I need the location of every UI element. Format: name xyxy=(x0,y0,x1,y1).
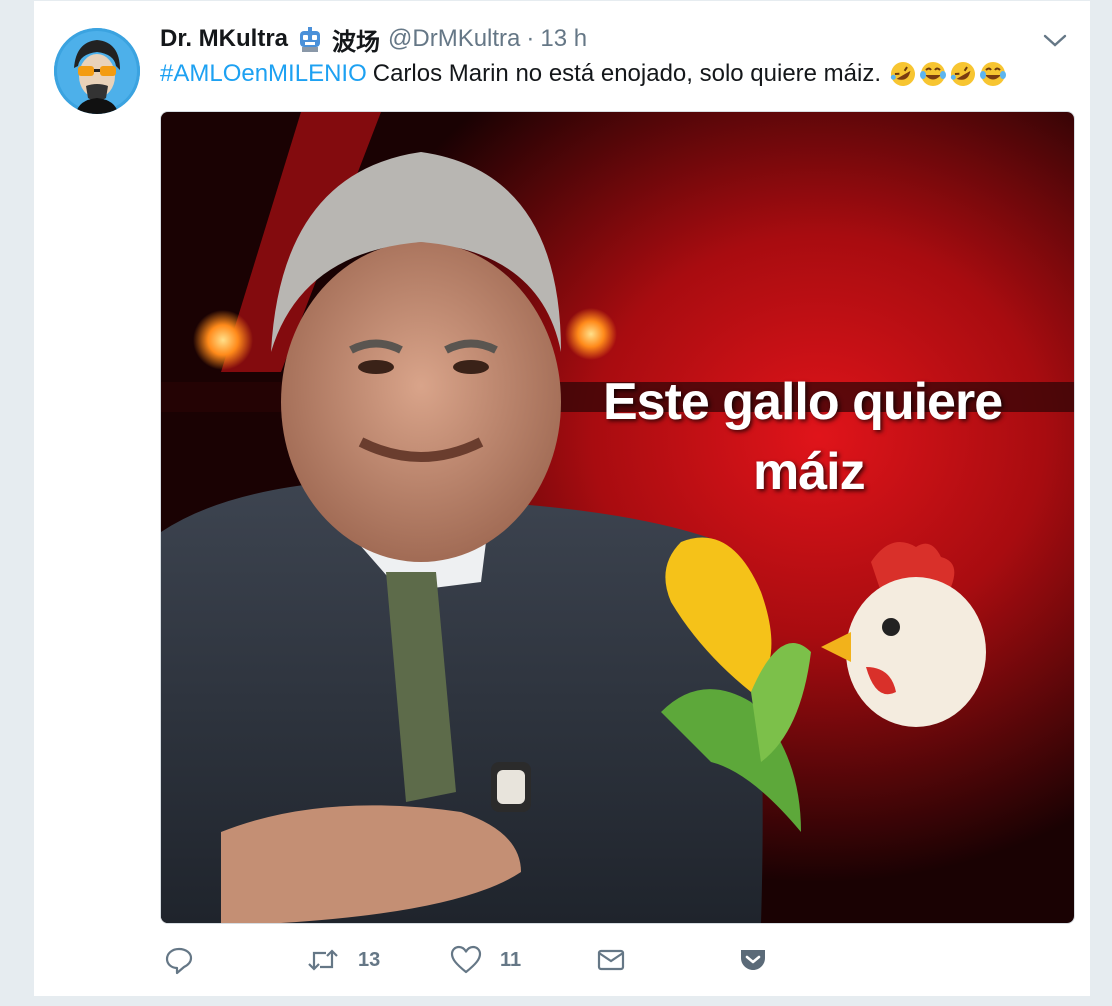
author-handle[interactable]: @DrMKultra xyxy=(388,25,520,53)
tweet-timestamp[interactable]: 13 h xyxy=(540,25,587,53)
author-name-cjk[interactable]: 波场 xyxy=(332,22,380,57)
retweet-count: 13 xyxy=(358,948,381,971)
direct-message-button[interactable] xyxy=(596,940,626,980)
hashtag-link[interactable]: #AMLOenMILENIO xyxy=(160,60,367,88)
rolling-laughing-emoji-icon xyxy=(889,60,917,88)
envelope-icon xyxy=(597,949,625,971)
tears-of-joy-emoji-icon xyxy=(979,60,1007,88)
heart-icon xyxy=(450,945,482,974)
like-count: 11 xyxy=(500,948,522,971)
tears-of-joy-emoji-icon xyxy=(919,60,947,88)
reply-icon xyxy=(165,947,193,975)
meme-photo xyxy=(161,112,1074,923)
tweet-text: #AMLOenMILENIO Carlos Marin no está enoj… xyxy=(160,58,1007,90)
reply-button[interactable] xyxy=(164,940,194,980)
like-button[interactable]: 11 xyxy=(450,940,521,980)
separator-dot: · xyxy=(526,25,535,52)
pocket-icon xyxy=(741,950,765,970)
tweet-media-image[interactable]: Este gallo quiere máiz xyxy=(160,111,1075,924)
tweet-actions: 13 11 xyxy=(160,940,1073,980)
tweet-body: Carlos Marin no está enojado, solo quier… xyxy=(372,60,882,87)
retweet-icon xyxy=(308,949,338,971)
meme-caption-line1: Este gallo quiere xyxy=(603,373,1003,431)
meme-caption-line2: máiz xyxy=(753,443,866,501)
avatar-image xyxy=(54,28,140,114)
tweet-header: Dr. MKultra 波场 @DrMKultra · 13 h xyxy=(160,22,587,57)
chevron-down-icon[interactable] xyxy=(1040,28,1070,52)
robot-emoji-icon xyxy=(296,27,324,52)
rolling-laughing-emoji-icon xyxy=(949,60,977,88)
retweet-button[interactable]: 13 xyxy=(306,940,380,980)
author-name[interactable]: Dr. MKultra xyxy=(160,25,288,53)
pocket-button[interactable] xyxy=(738,940,768,980)
tweet-emojis xyxy=(889,60,1007,88)
avatar[interactable] xyxy=(54,28,140,114)
